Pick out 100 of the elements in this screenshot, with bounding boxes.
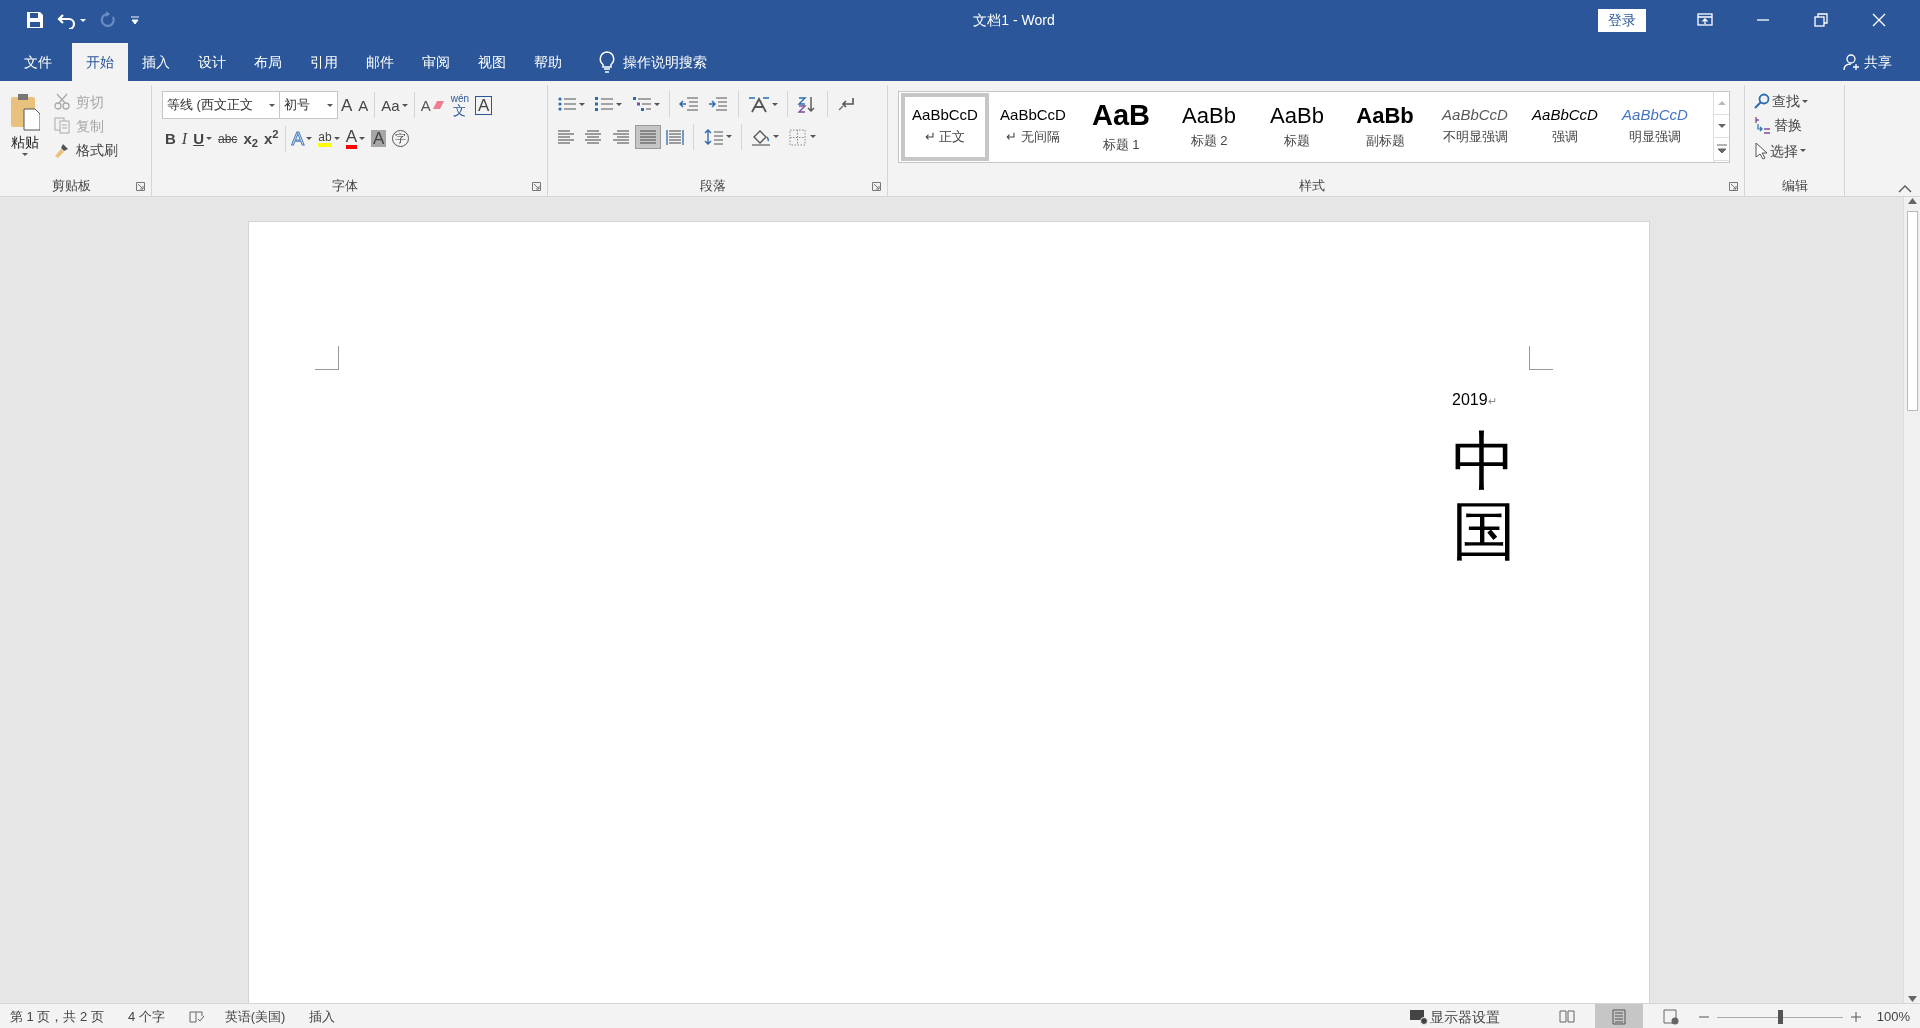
group-label: 编辑 xyxy=(1781,177,1808,196)
format-button[interactable]: A xyxy=(342,126,368,151)
format-button[interactable]: A xyxy=(338,94,356,116)
decrease-indent-icon[interactable] xyxy=(679,95,699,113)
read-mode-icon xyxy=(1557,1007,1576,1026)
caret-icon[interactable] xyxy=(401,103,408,107)
find-button[interactable]: 查找 xyxy=(1751,91,1838,111)
bullets-icon[interactable] xyxy=(557,95,577,113)
dialog-launcher-icon[interactable] xyxy=(872,181,881,191)
caret-icon[interactable] xyxy=(579,102,585,106)
save-icon[interactable] xyxy=(26,11,44,29)
format-button[interactable]: abc xyxy=(215,130,241,147)
format-button[interactable]: U xyxy=(190,129,215,148)
caret-icon[interactable] xyxy=(1802,99,1808,103)
sign-in-button[interactable]: 登录 xyxy=(1598,8,1646,32)
tell-me-search[interactable]: 操作说明搜索 xyxy=(622,51,707,73)
caret-icon[interactable] xyxy=(206,137,212,140)
margin-corner-mark xyxy=(1529,346,1553,370)
replace-button[interactable]: 替换 xyxy=(1751,114,1838,137)
caret-icon[interactable] xyxy=(22,153,28,156)
customize-icon[interactable] xyxy=(130,15,141,25)
format-button[interactable]: A xyxy=(417,95,448,115)
ribbon-tab[interactable]: 邮件 xyxy=(352,43,408,81)
zoom-level[interactable]: 100% xyxy=(1876,1006,1910,1027)
paragraph-mark: ↵ xyxy=(1487,395,1497,409)
scroll-thumb[interactable] xyxy=(1906,211,1918,411)
clipboard-icon xyxy=(10,93,40,131)
ribbon-tab[interactable]: 视图 xyxy=(464,43,520,81)
word-count[interactable]: 4 个字 xyxy=(127,1006,165,1027)
asian-layout-icon[interactable] xyxy=(747,95,770,113)
share-button[interactable]: 共享 xyxy=(1828,43,1906,81)
caret-icon[interactable] xyxy=(810,135,817,138)
ribbon-tab[interactable]: 布局 xyxy=(240,43,296,81)
lightbulb-icon[interactable] xyxy=(598,51,616,73)
increase-indent-icon[interactable] xyxy=(708,95,729,113)
ribbon-display-icon[interactable] xyxy=(1696,11,1714,29)
insert-mode-status[interactable]: 插入 xyxy=(309,1006,336,1027)
numbering-icon[interactable] xyxy=(594,95,615,113)
document-text: 2019 xyxy=(1452,390,1488,410)
dialog-launcher-icon[interactable] xyxy=(532,181,541,191)
ribbon-tab[interactable]: 帮助 xyxy=(520,43,576,81)
caret-icon[interactable] xyxy=(725,135,732,138)
align-left-icon xyxy=(557,127,575,146)
group-label: 样式 xyxy=(1298,177,1325,196)
person-add-icon xyxy=(1842,53,1861,71)
zoom-in-icon[interactable] xyxy=(1850,1011,1861,1022)
caret-icon[interactable] xyxy=(333,137,340,140)
ribbon-tab[interactable]: 开始 xyxy=(72,43,128,81)
pilcrow-icon[interactable] xyxy=(836,95,857,113)
caret-icon[interactable] xyxy=(359,137,365,140)
format-button[interactable]: B xyxy=(162,129,179,148)
margin-corner-mark xyxy=(315,346,339,370)
ribbon-tab[interactable]: 审阅 xyxy=(408,43,464,81)
search-icon xyxy=(1754,93,1770,109)
caret-icon[interactable] xyxy=(269,103,275,107)
borders-icon[interactable] xyxy=(788,127,809,146)
ribbon-tab[interactable]: 文件 xyxy=(10,43,66,81)
format-button[interactable]: A xyxy=(355,95,372,115)
ribbon-tab[interactable]: 引用 xyxy=(296,43,352,81)
font-size-field[interactable]: 初号 xyxy=(280,91,338,119)
display-settings-button[interactable]: 显示器设置 xyxy=(1406,1006,1503,1027)
line-spacing-icon[interactable] xyxy=(703,127,724,146)
web-layout-icon xyxy=(1661,1007,1680,1026)
caret-icon[interactable] xyxy=(327,103,333,107)
copy-icon xyxy=(53,117,70,135)
justify-icon xyxy=(638,127,657,146)
format-button[interactable]: I xyxy=(178,128,191,149)
format-button[interactable]: x$^{2}$ xyxy=(261,129,282,148)
ribbon-tab[interactable]: 插入 xyxy=(128,43,184,81)
clipboard-button[interactable]: 格式刷 xyxy=(50,139,121,161)
language-status[interactable]: 英语(美国) xyxy=(224,1006,286,1027)
caret-icon[interactable] xyxy=(653,102,660,106)
format-button[interactable]: Aa xyxy=(378,95,411,115)
caret-icon[interactable] xyxy=(773,135,779,138)
page-count[interactable]: 第 1 页，共 2 页 xyxy=(10,1006,104,1027)
multilevel-list-icon[interactable] xyxy=(631,95,652,113)
restore-icon[interactable] xyxy=(1812,11,1830,29)
collapse-ribbon-icon[interactable] xyxy=(1898,184,1912,194)
vertical-scrollbar[interactable] xyxy=(1903,197,1920,1003)
align-center-icon xyxy=(584,127,603,146)
ribbon-tab[interactable]: 设计 xyxy=(184,43,240,81)
dialog-launcher-icon[interactable] xyxy=(1729,181,1738,191)
caret-icon[interactable] xyxy=(771,102,778,106)
close-icon[interactable] xyxy=(1870,11,1888,29)
font-name-field[interactable]: 等线 (西文正文 xyxy=(162,91,280,119)
monitor-gear-icon xyxy=(1409,1008,1428,1025)
select-button[interactable]: 选择 xyxy=(1751,139,1838,162)
caret-icon[interactable] xyxy=(306,137,313,140)
dialog-launcher-icon[interactable] xyxy=(136,181,145,191)
format-button[interactable]: x$_{2}$ xyxy=(240,129,261,148)
undo-icon[interactable] xyxy=(57,11,77,29)
format-button[interactable]: ab xyxy=(315,128,343,149)
zoom-slider-thumb[interactable] xyxy=(1777,1009,1783,1024)
scissors-icon xyxy=(53,93,70,110)
style-tile[interactable]: AaBbCcD ↵ 正文 xyxy=(901,93,989,161)
phonetic-guide-button[interactable]: wén 文 xyxy=(447,91,473,119)
caret-icon[interactable] xyxy=(1800,149,1806,152)
caret-icon[interactable] xyxy=(616,102,623,106)
proofing-icon[interactable] xyxy=(188,1009,205,1024)
paste-button[interactable]: 粘贴 xyxy=(6,91,44,175)
